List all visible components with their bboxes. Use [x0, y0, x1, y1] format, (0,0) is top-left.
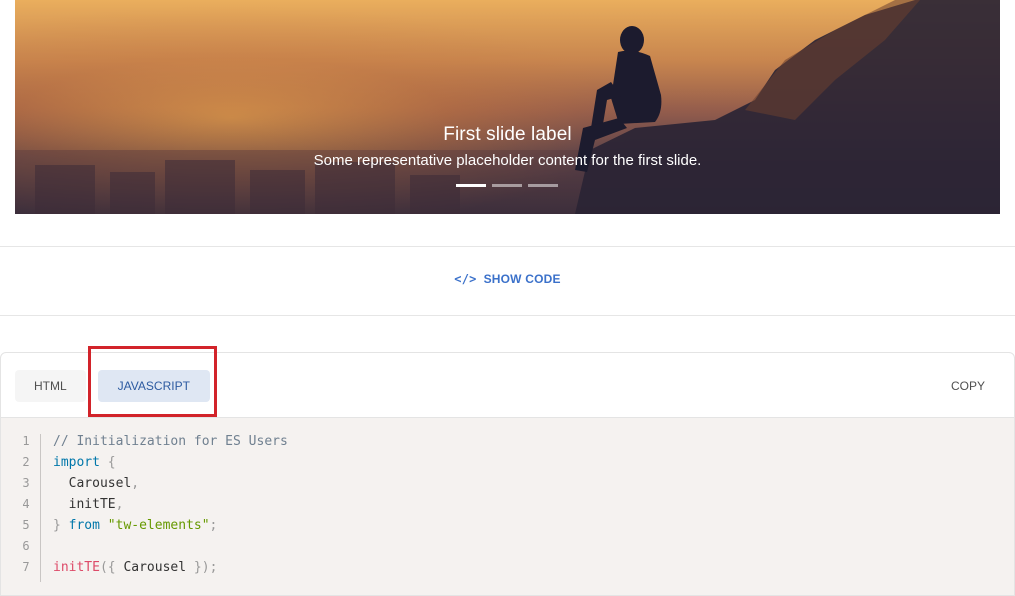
line-number: 7 [22, 560, 30, 574]
code-token: import [53, 455, 100, 470]
code-line: 7 initTE({ Carousel }); [1, 560, 1014, 581]
code-text: initTE, [53, 497, 124, 512]
divider-bottom [0, 315, 1015, 316]
tab-javascript[interactable]: JAVASCRIPT [97, 370, 210, 402]
code-text: Carousel, [53, 476, 139, 491]
line-number: 3 [22, 476, 30, 490]
code-token: { [107, 560, 116, 575]
code-text: // Initialization for ES Users [53, 434, 288, 449]
carousel-indicators [456, 184, 558, 187]
carousel-caption-text: Some representative placeholder content … [313, 152, 702, 169]
code-token: { [107, 455, 116, 470]
carousel-image [15, 0, 1000, 214]
code-line: 4 initTE, [1, 497, 1014, 518]
line-number: 6 [22, 539, 30, 553]
code-token: , [131, 476, 140, 491]
line-number: 2 [22, 455, 30, 469]
line-number: 4 [22, 497, 30, 511]
carousel-indicator-3[interactable] [528, 184, 558, 187]
show-code-label: SHOW CODE [483, 272, 561, 286]
code-token: initTE [53, 497, 116, 512]
code-icon: </> [454, 272, 477, 286]
code-line: 6 [1, 539, 1014, 560]
code-tabs: HTML JAVASCRIPT [15, 370, 210, 402]
code-block: 1 // Initialization for ES Users 2 import {… [1, 417, 1014, 595]
code-line: 5} from "tw-elements"; [1, 518, 1014, 539]
divider-top [0, 246, 1015, 247]
code-text: import { [53, 455, 116, 470]
code-text: } from "tw-elements"; [53, 518, 217, 533]
carousel-indicator-1[interactable] [456, 184, 486, 187]
code-token: } [53, 518, 61, 533]
carousel: First slide label Some representative pl… [15, 0, 1000, 214]
carousel-caption-title: First slide label [443, 124, 572, 145]
code-panel: HTML JAVASCRIPT COPY 1 // Initialization … [0, 352, 1015, 596]
line-number: 5 [22, 518, 30, 532]
tab-html[interactable]: HTML [15, 370, 86, 402]
code-token: "tw-elements" [107, 518, 210, 533]
code-token: ; [209, 560, 218, 575]
copy-button[interactable]: COPY [951, 379, 985, 393]
show-code-bar: </> SHOW CODE [0, 272, 1015, 286]
code-text: initTE({ Carousel }); [53, 560, 217, 575]
code-token: ; [209, 518, 218, 533]
line-number: 1 [22, 434, 30, 448]
code-token: , [115, 497, 124, 512]
code-token: ( [99, 560, 108, 575]
code-line: 3 Carousel, [1, 476, 1014, 497]
code-token: Carousel [53, 476, 132, 491]
code-token: // Initialization for ES Users [53, 434, 288, 449]
code-token: Carousel [115, 560, 194, 575]
code-token: } [193, 560, 202, 575]
code-line: 1 // Initialization for ES Users [1, 434, 1014, 455]
code-token: from [68, 518, 100, 533]
carousel-indicator-2[interactable] [492, 184, 522, 187]
show-code-button[interactable]: </> SHOW CODE [454, 272, 560, 286]
code-line: 2 import { [1, 455, 1014, 476]
code-token: initTE [53, 560, 100, 575]
code-token: ) [201, 560, 210, 575]
